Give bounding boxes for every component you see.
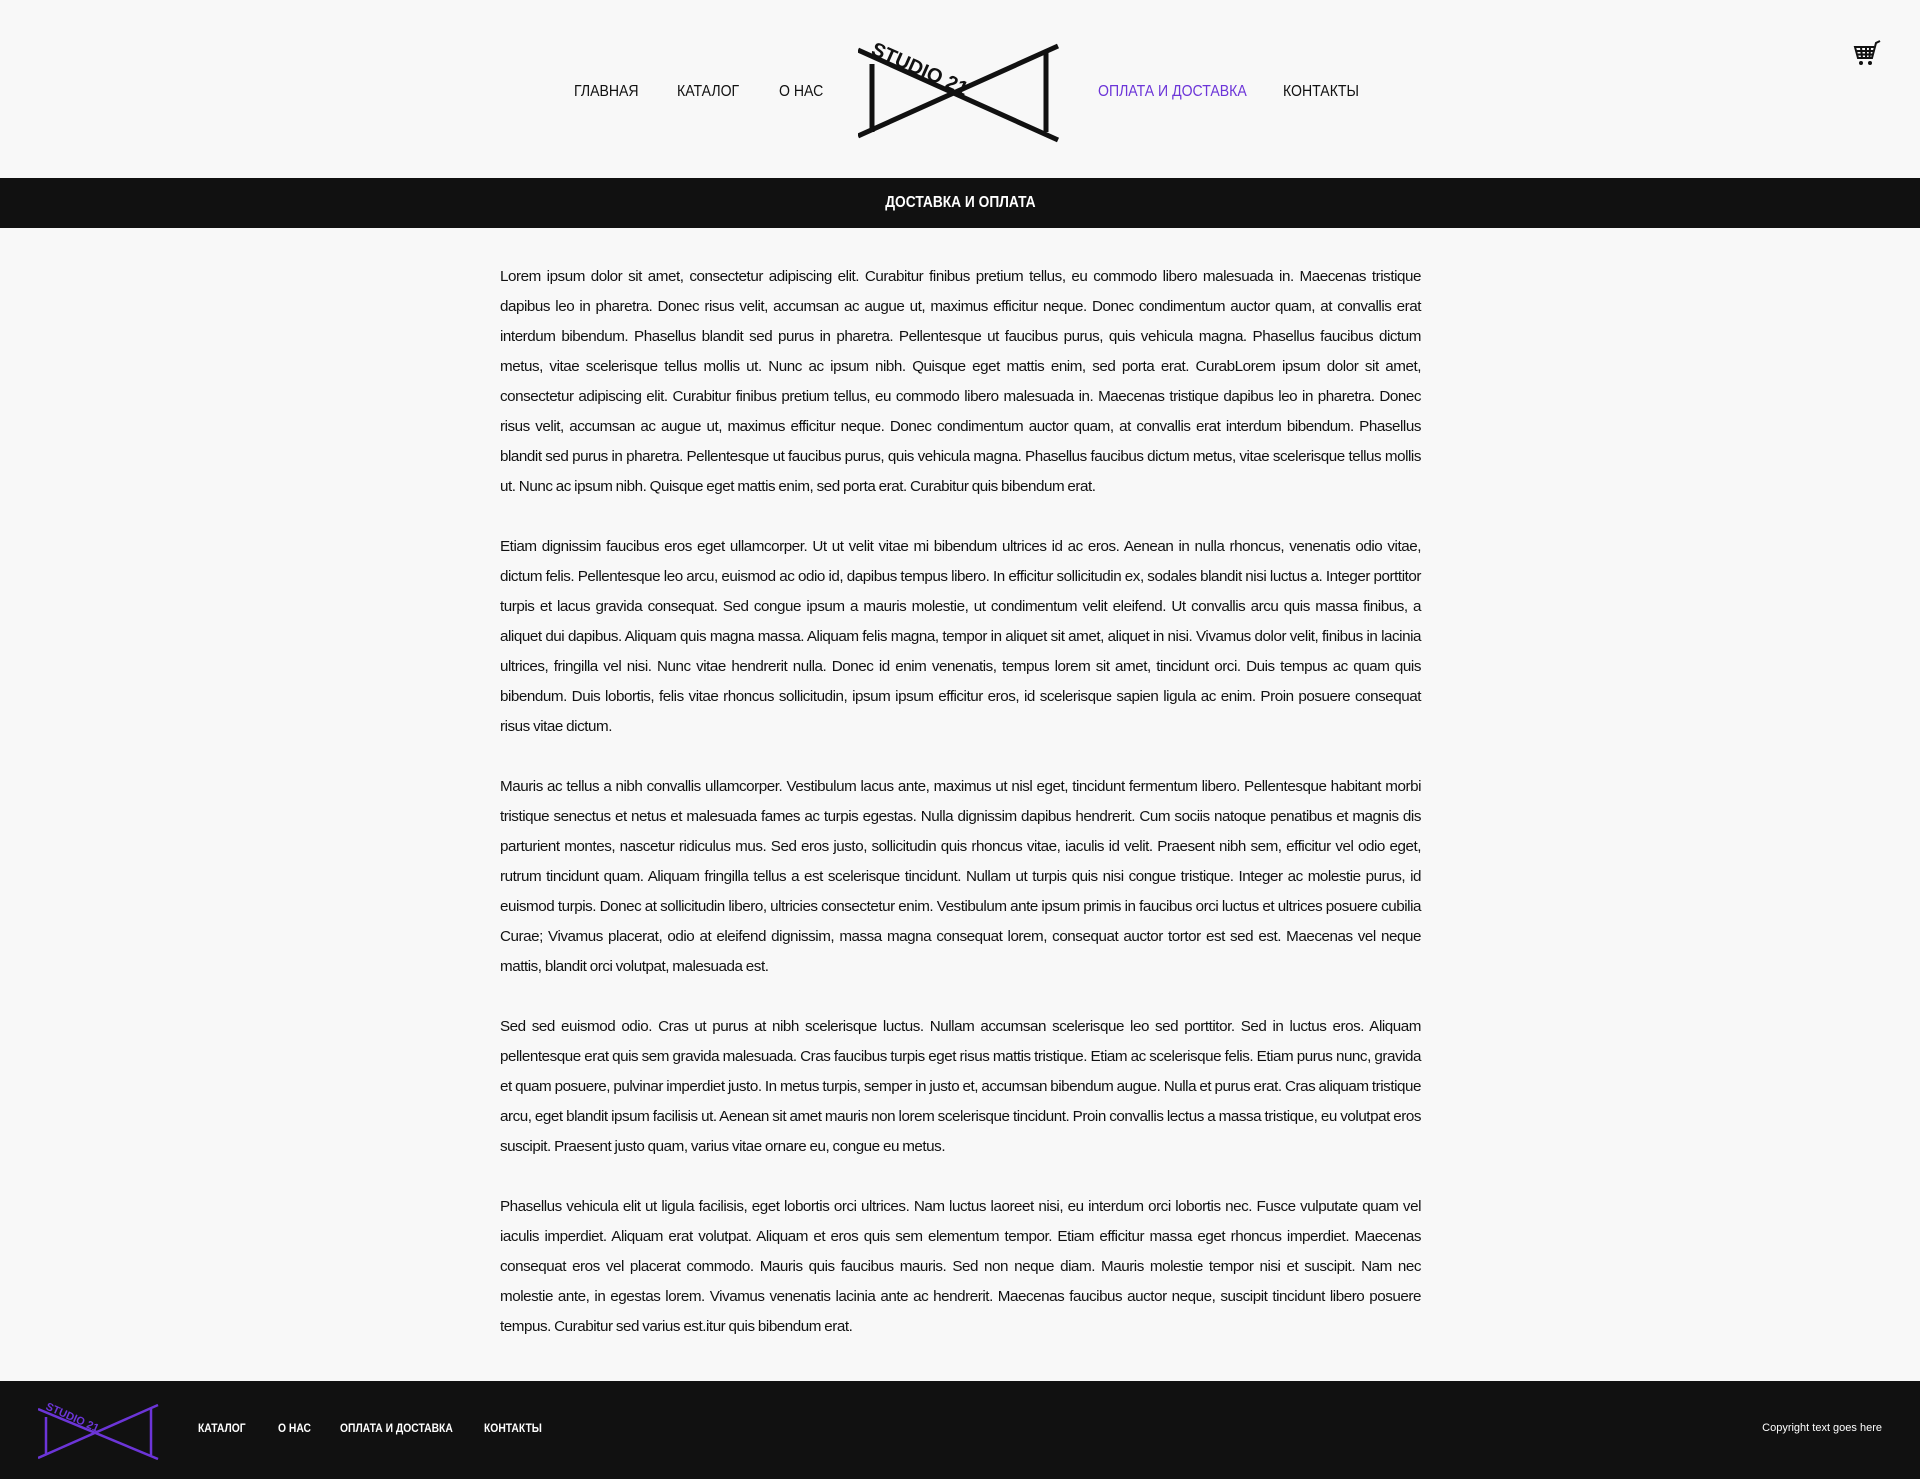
footer-logo[interactable]: STUDIO 21 [38,1401,161,1461]
footer-logo-text: STUDIO 21 [44,1401,101,1435]
nav-contacts-link[interactable]: КОНТАКТЫ [1283,83,1359,101]
page-title: ДОСТАВКА И ОПЛАТА [884,194,1036,211]
main-content: Lorem ipsum dolor sit amet, consectetur … [500,262,1421,1372]
content-paragraph: Sed sed euismod odio. Cras ut purus at n… [500,1018,1421,1155]
logo-text: STUDIO 21 [868,38,971,100]
nav-home-link[interactable]: ГЛАВНАЯ [574,83,639,101]
site-footer: STUDIO 21 КАТАЛОГ О НАС ОПЛАТА И ДОСТАВК… [0,1381,1920,1479]
nav-catalog-link[interactable]: КАТАЛОГ [677,83,739,101]
shopping-cart-icon[interactable] [1852,38,1882,68]
site-header: ГЛАВНАЯ КАТАЛОГ О НАС STUDIO 21 ОПЛАТА И… [0,0,1920,178]
footer-about-link[interactable]: О НАС [278,1421,311,1435]
nav-about-link[interactable]: О НАС [779,83,823,101]
page-title-bar: ДОСТАВКА И ОПЛАТА [0,178,1920,228]
footer-contacts-link[interactable]: КОНТАКТЫ [484,1421,542,1435]
footer-catalog-link[interactable]: КАТАЛОГ [198,1421,246,1435]
studio-logo[interactable]: STUDIO 21 [858,36,1062,146]
footer-payment-link[interactable]: ОПЛАТА И ДОСТАВКА [340,1421,453,1435]
content-paragraph: Mauris ac tellus a nibh convallis ullamc… [500,778,1421,975]
content-paragraph: Phasellus vehicula elit ut ligula facili… [500,1198,1421,1335]
content-paragraph: Etiam dignissim faucibus eros eget ullam… [500,538,1421,735]
nav-payment-link[interactable]: ОПЛАТА И ДОСТАВКА [1098,83,1247,101]
content-paragraph: Lorem ipsum dolor sit amet, consectetur … [500,268,1421,495]
copyright-text: Copyright text goes here [1762,1422,1882,1434]
